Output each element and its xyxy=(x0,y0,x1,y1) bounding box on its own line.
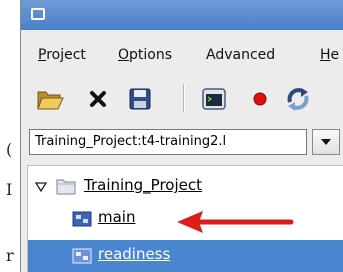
annotation-arrow-icon xyxy=(177,211,294,233)
tree-root-row[interactable]: Training_Project xyxy=(28,171,343,203)
open-folder-icon[interactable] xyxy=(35,84,65,114)
menu-bar: Project Options Advanced He xyxy=(21,30,343,68)
tree-root-label: Training_Project xyxy=(84,176,203,194)
toolbar xyxy=(21,70,343,122)
background-text: I xyxy=(6,180,13,199)
window-icon[interactable] xyxy=(199,84,229,114)
folder-icon xyxy=(56,179,76,195)
menu-options[interactable]: Options xyxy=(118,47,172,63)
title-bar[interactable] xyxy=(21,0,343,30)
menu-project[interactable]: Project xyxy=(38,47,86,63)
chevron-down-icon xyxy=(321,139,331,145)
tree-item-label: main xyxy=(98,208,136,226)
module-icon xyxy=(72,248,92,264)
tree-item-readiness[interactable]: readiness xyxy=(28,240,343,272)
window-menu-icon[interactable] xyxy=(31,8,45,20)
menu-help[interactable]: He xyxy=(320,47,339,63)
close-x-icon[interactable] xyxy=(83,84,113,114)
toolbar-separator xyxy=(183,84,185,112)
record-dot-icon[interactable] xyxy=(245,84,275,114)
background-text: r xyxy=(6,246,14,265)
project-selector-dropdown-button[interactable] xyxy=(312,129,340,155)
menu-advanced[interactable]: Advanced xyxy=(206,47,275,63)
tree-item-label: readiness xyxy=(98,245,171,263)
module-icon xyxy=(72,211,92,227)
refresh-icon[interactable] xyxy=(283,84,313,114)
project-selector-field[interactable]: Training_Project:t4-training2.l xyxy=(29,129,307,155)
save-floppy-icon[interactable] xyxy=(125,84,155,114)
background-document: ( I r xyxy=(0,0,22,272)
expander-expanded-icon[interactable] xyxy=(35,182,47,192)
background-text: ( xyxy=(6,140,13,159)
